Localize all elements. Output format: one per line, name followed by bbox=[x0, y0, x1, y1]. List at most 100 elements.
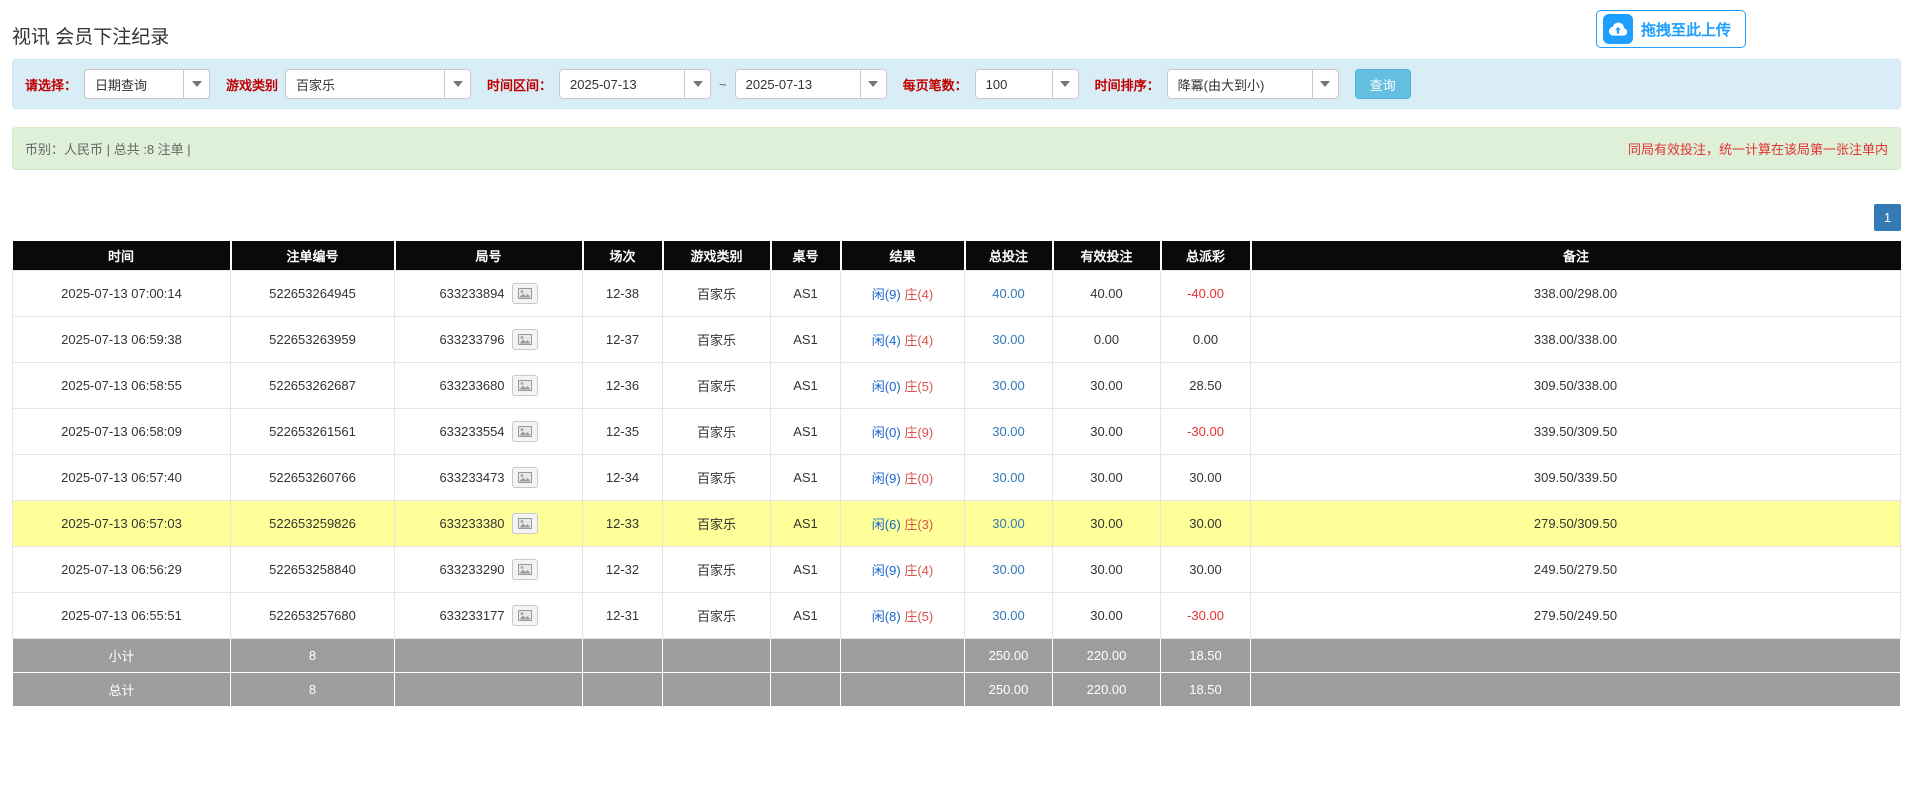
cell-time: 2025-07-13 06:56:29 bbox=[13, 547, 231, 593]
cell-payout: -30.00 bbox=[1161, 409, 1251, 455]
page-size-label: 每页笔数： bbox=[903, 75, 968, 94]
search-button[interactable]: 查询 bbox=[1355, 69, 1411, 99]
cell-result: 闲(9) 庄(0) bbox=[841, 455, 965, 501]
header-remark: 备注 bbox=[1251, 241, 1901, 271]
cell-remark: 279.50/309.50 bbox=[1251, 501, 1901, 547]
cell-valid-bet: 30.00 bbox=[1053, 363, 1161, 409]
round-image-button[interactable] bbox=[512, 605, 538, 626]
table-row[interactable]: 2025-07-13 06:57:40 522653260766 6332334… bbox=[13, 455, 1901, 501]
cloud-upload-icon bbox=[1603, 14, 1633, 44]
note-text: 同局有效投注，统一计算在该局第一张注单内 bbox=[1628, 139, 1888, 158]
table-row[interactable]: 2025-07-13 06:59:38 522653263959 6332337… bbox=[13, 317, 1901, 363]
cell-result: 闲(8) 庄(5) bbox=[841, 593, 965, 639]
header-bet-id: 注单编号 bbox=[231, 241, 395, 271]
chevron-down-icon[interactable] bbox=[1052, 70, 1078, 98]
cell-valid-bet: 30.00 bbox=[1053, 547, 1161, 593]
round-image-button[interactable] bbox=[512, 283, 538, 304]
cell-bet-id: 522653258840 bbox=[231, 547, 395, 593]
subtotal-valid-bet: 220.00 bbox=[1053, 639, 1161, 673]
cell-time: 2025-07-13 06:58:09 bbox=[13, 409, 231, 455]
cell-bet-id: 522653260766 bbox=[231, 455, 395, 501]
cell-game-type: 百家乐 bbox=[663, 271, 771, 317]
round-image-button[interactable] bbox=[512, 467, 538, 488]
header-round-id: 局号 bbox=[395, 241, 583, 271]
round-image-button[interactable] bbox=[512, 421, 538, 442]
header-session: 场次 bbox=[583, 241, 663, 271]
cell-result: 闲(4) 庄(4) bbox=[841, 317, 965, 363]
chevron-down-icon[interactable] bbox=[684, 70, 710, 98]
table-row[interactable]: 2025-07-13 07:00:14 522653264945 6332338… bbox=[13, 271, 1901, 317]
query-type-select[interactable]: 日期查询 bbox=[84, 69, 210, 99]
subtotal-count: 8 bbox=[231, 639, 395, 673]
cell-table-no: AS1 bbox=[771, 409, 841, 455]
query-type-group: 请选择： 日期查询 bbox=[25, 69, 210, 99]
game-type-select[interactable]: 百家乐 bbox=[285, 69, 471, 99]
date-to-value: 2025-07-13 bbox=[736, 77, 823, 92]
date-from-value: 2025-07-13 bbox=[560, 77, 647, 92]
cell-game-type: 百家乐 bbox=[663, 593, 771, 639]
round-image-button[interactable] bbox=[512, 559, 538, 580]
header-time: 时间 bbox=[13, 241, 231, 271]
round-image-button[interactable] bbox=[512, 375, 538, 396]
chevron-down-icon[interactable] bbox=[860, 70, 886, 98]
date-from-select[interactable]: 2025-07-13 bbox=[559, 69, 711, 99]
cell-table-no: AS1 bbox=[771, 547, 841, 593]
game-type-label: 游戏类别 bbox=[226, 75, 278, 94]
page-1-button[interactable]: 1 bbox=[1874, 204, 1901, 231]
table-row[interactable]: 2025-07-13 06:56:29 522653258840 6332332… bbox=[13, 547, 1901, 593]
cell-remark: 279.50/249.50 bbox=[1251, 593, 1901, 639]
date-to-select[interactable]: 2025-07-13 bbox=[735, 69, 887, 99]
cell-table-no: AS1 bbox=[771, 363, 841, 409]
header-total-bet: 总投注 bbox=[965, 241, 1053, 271]
cell-table-no: AS1 bbox=[771, 317, 841, 363]
query-type-label: 请选择： bbox=[25, 75, 77, 94]
cell-bet-id: 522653261561 bbox=[231, 409, 395, 455]
cell-total-bet[interactable]: 30.00 bbox=[965, 593, 1053, 639]
cell-payout: 0.00 bbox=[1161, 317, 1251, 363]
date-range-label: 时间区间： bbox=[487, 75, 552, 94]
cell-total-bet[interactable]: 30.00 bbox=[965, 363, 1053, 409]
subtotal-label: 小计 bbox=[13, 639, 231, 673]
cell-valid-bet: 30.00 bbox=[1053, 455, 1161, 501]
table-row[interactable]: 2025-07-13 06:58:55 522653262687 6332336… bbox=[13, 363, 1901, 409]
upload-dropzone-button[interactable]: 拖拽至此上传 bbox=[1596, 10, 1746, 48]
cell-total-bet[interactable]: 40.00 bbox=[965, 271, 1053, 317]
summary-bar: 币别：人民币 | 总共 :8 注单 | 同局有效投注，统一计算在该局第一张注单内 bbox=[12, 127, 1901, 170]
result-player: 闲(4) bbox=[872, 333, 901, 348]
chevron-down-icon[interactable] bbox=[444, 70, 470, 98]
query-type-value: 日期查询 bbox=[85, 75, 157, 94]
page-size-select[interactable]: 100 bbox=[975, 69, 1079, 99]
header-payout: 总派彩 bbox=[1161, 241, 1251, 271]
cell-valid-bet: 30.00 bbox=[1053, 593, 1161, 639]
cell-game-type: 百家乐 bbox=[663, 501, 771, 547]
round-image-button[interactable] bbox=[512, 329, 538, 350]
sort-select[interactable]: 降冪(由大到小) bbox=[1167, 69, 1339, 99]
cell-valid-bet: 30.00 bbox=[1053, 409, 1161, 455]
cell-total-bet[interactable]: 30.00 bbox=[965, 409, 1053, 455]
round-image-button[interactable] bbox=[512, 513, 538, 534]
cell-total-bet[interactable]: 30.00 bbox=[965, 317, 1053, 363]
page-title: 视讯 会员下注纪录 bbox=[12, 22, 169, 49]
cell-payout: 30.00 bbox=[1161, 455, 1251, 501]
cell-payout: 28.50 bbox=[1161, 363, 1251, 409]
result-player: 闲(8) bbox=[872, 609, 901, 624]
table-row[interactable]: 2025-07-13 06:57:03 522653259826 6332333… bbox=[13, 501, 1901, 547]
cell-game-type: 百家乐 bbox=[663, 547, 771, 593]
cell-payout: -40.00 bbox=[1161, 271, 1251, 317]
cell-total-bet[interactable]: 30.00 bbox=[965, 501, 1053, 547]
round-number: 633233473 bbox=[439, 470, 504, 485]
table-row[interactable]: 2025-07-13 06:58:09 522653261561 6332335… bbox=[13, 409, 1901, 455]
cell-table-no: AS1 bbox=[771, 501, 841, 547]
header-table-no: 桌号 bbox=[771, 241, 841, 271]
table-row[interactable]: 2025-07-13 06:55:51 522653257680 6332331… bbox=[13, 593, 1901, 639]
date-range-group: 时间区间： 2025-07-13 ~ 2025-07-13 bbox=[487, 69, 887, 99]
cell-total-bet[interactable]: 30.00 bbox=[965, 455, 1053, 501]
result-banker: 庄(5) bbox=[904, 379, 933, 394]
sort-value: 降冪(由大到小) bbox=[1168, 75, 1275, 94]
subtotal-row: 小计 8 250.00 220.00 18.50 bbox=[13, 639, 1901, 673]
cell-result: 闲(9) 庄(4) bbox=[841, 271, 965, 317]
chevron-down-icon[interactable] bbox=[183, 70, 209, 98]
chevron-down-icon[interactable] bbox=[1312, 70, 1338, 98]
cell-time: 2025-07-13 06:57:40 bbox=[13, 455, 231, 501]
cell-total-bet[interactable]: 30.00 bbox=[965, 547, 1053, 593]
